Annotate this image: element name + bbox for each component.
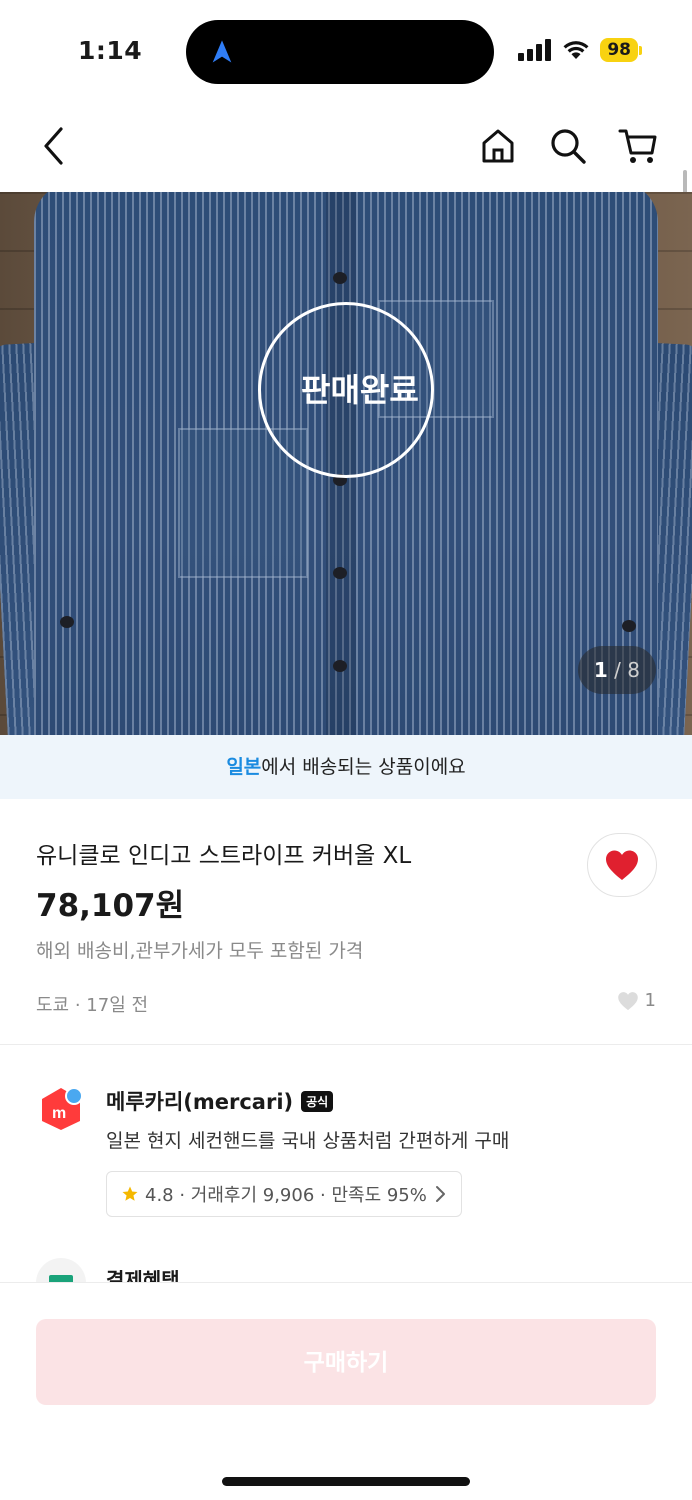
cart-icon (618, 129, 657, 163)
bottom-action-bar: 구매하기 (0, 1282, 692, 1500)
product-image-carousel[interactable]: 판매완료 1 / 8 (0, 192, 692, 735)
status-right: 98 (518, 38, 642, 62)
cart-button[interactable] (618, 126, 658, 166)
jacket-button (333, 272, 347, 284)
product-price: 78,107원 (36, 888, 185, 924)
seller-name-row[interactable]: 메루카리(mercari) 공식 (106, 1086, 334, 1116)
shipping-origin-text: 에서 배송되는 상품이에요 (261, 756, 466, 778)
navigation-arrow-icon (212, 40, 232, 63)
image-counter: 1 / 8 (577, 646, 656, 694)
jacket-button (333, 660, 347, 672)
home-icon (482, 129, 514, 163)
heart-filled-icon (606, 850, 638, 880)
image-counter-total: 8 (627, 658, 640, 682)
battery-tip (639, 45, 642, 55)
shipping-origin-notice: 일본에서 배송되는 상품이에요 (0, 735, 692, 799)
jacket-cuff-button (60, 616, 74, 628)
mercari-logo-icon: m (42, 1087, 83, 1130)
seller-stats-button[interactable]: 4.8 · 거래후기 9,906 · 만족도 95% (106, 1171, 462, 1217)
star-icon (122, 1186, 138, 1201)
buy-button[interactable]: 구매하기 (36, 1319, 656, 1405)
jacket-button (333, 567, 347, 579)
like-count: 1 (617, 990, 656, 1011)
status-time: 1:14 (78, 36, 143, 65)
sold-out-badge: 판매완료 (258, 302, 434, 478)
search-icon (551, 129, 586, 164)
official-badge: 공식 (301, 1090, 334, 1112)
svg-text:m: m (52, 1105, 66, 1122)
cellular-signal-icon (518, 39, 552, 61)
back-button[interactable] (34, 126, 74, 166)
heart-outline-icon (617, 991, 638, 1010)
chevron-right-icon (435, 1186, 445, 1202)
wifi-icon (563, 41, 589, 59)
dynamic-island (186, 20, 494, 84)
search-button[interactable] (548, 126, 588, 166)
chevron-left-icon (44, 127, 63, 165)
app-header (0, 100, 692, 192)
price-note: 해외 배송비,관부가세가 모두 포함된 가격 (36, 940, 364, 962)
shipping-origin-country: 일본 (226, 756, 262, 778)
like-count-value: 1 (644, 990, 656, 1011)
jacket-cuff-button (622, 620, 636, 632)
sold-out-label: 판매완료 (301, 371, 419, 409)
image-counter-separator: / (614, 658, 621, 682)
product-location-time: 도쿄 · 17일 전 (36, 995, 149, 1016)
seller-stats-text: 4.8 · 거래후기 9,906 · 만족도 95% (145, 1185, 427, 1206)
section-divider (0, 1044, 692, 1045)
home-button[interactable] (478, 126, 518, 166)
status-bar: 1:14 98 (0, 0, 692, 100)
like-button[interactable] (587, 833, 657, 897)
seller-description: 일본 현지 세컨핸드를 국내 상품처럼 간편하게 구매 (106, 1130, 510, 1152)
home-indicator[interactable] (222, 1477, 470, 1486)
product-title: 유니클로 인디고 스트라이프 커버올 XL (36, 843, 412, 869)
battery-indicator: 98 (600, 38, 638, 62)
seller-name: 메루카리(mercari) (106, 1090, 294, 1114)
image-counter-current: 1 (593, 658, 608, 682)
